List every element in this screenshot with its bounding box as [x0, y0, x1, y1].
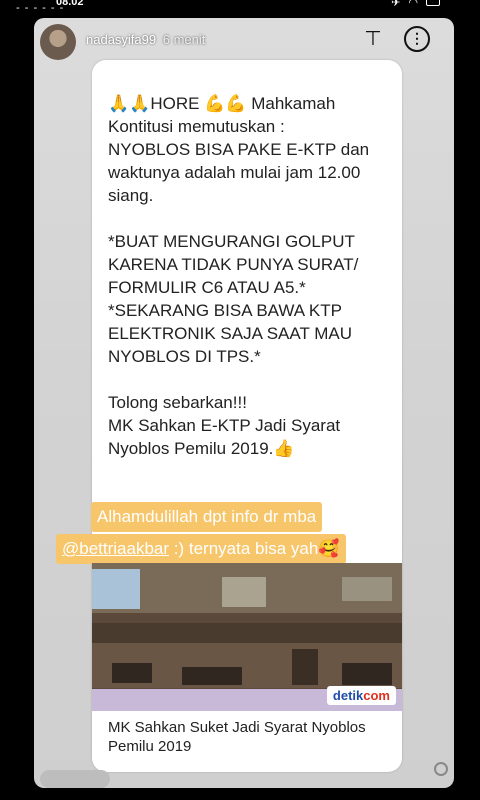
- mention-link[interactable]: @bettriaakbar: [62, 539, 169, 558]
- brand-logo: detikcom: [326, 686, 396, 705]
- status-icons: ✈ ◠: [391, 0, 440, 9]
- indicator-dot: [434, 762, 448, 776]
- wifi-icon: ◠: [408, 0, 418, 9]
- avatar[interactable]: [40, 24, 76, 60]
- message-text: 🙏🙏HORE 💪💪 Mahkamah Kontitusi memutuskan …: [108, 94, 370, 458]
- caption-line-1: Alhamdulillah dpt info dr mba: [91, 502, 323, 532]
- reply-bar[interactable]: [40, 770, 110, 788]
- status-time: 08.02: [56, 0, 84, 8]
- status-bar: - - - - - - 08.02 ✈ ◠: [0, 0, 480, 14]
- airplane-icon: ✈: [391, 0, 401, 9]
- story-username-row[interactable]: nadasyifa99 6 menit: [86, 32, 205, 47]
- story-header: nadasyifa99 6 menit ⊤ ⋮: [34, 18, 454, 64]
- more-options-icon[interactable]: ⋮: [404, 26, 430, 52]
- caption-line-2-rest: :) ternyata bisa yah🥰: [169, 539, 340, 558]
- story-time-ago: 6 menit: [162, 32, 206, 47]
- story-frame[interactable]: nadasyifa99 6 menit ⊤ ⋮ 🙏🙏HORE 💪💪 Mahkam…: [34, 18, 454, 788]
- battery-icon: [426, 0, 440, 6]
- story-username[interactable]: nadasyifa99: [86, 32, 156, 47]
- send-icon[interactable]: ⊤: [360, 26, 386, 52]
- caption-line-2: @bettriaakbar :) ternyata bisa yah🥰: [56, 534, 346, 564]
- link-preview-title[interactable]: MK Sahkan Suket Jadi Syarat Nyoblos Pemi…: [108, 718, 398, 756]
- link-preview-image[interactable]: detikcom: [92, 563, 402, 711]
